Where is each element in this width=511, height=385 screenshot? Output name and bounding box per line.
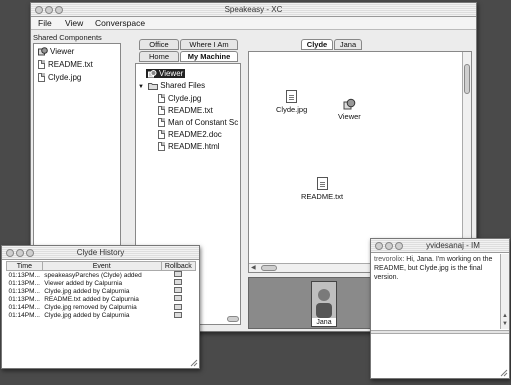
document-icon (286, 90, 298, 103)
menu-bar: File View Converspace (31, 17, 476, 30)
tree-item-viewer[interactable]: Viewer (146, 69, 186, 78)
scroll-left-icon[interactable]: ◀ (251, 264, 256, 272)
history-table: Time Event Rollback 01:13PM... speakeasyP… (6, 261, 197, 320)
history-window-title: Clyde History (76, 248, 125, 257)
zoom-window-button[interactable] (26, 249, 34, 257)
shared-components-list: Viewer README.txt Clyde.jpg (33, 43, 121, 248)
im-window: yvidesanaj - IM trevorolix: Hi, Jana. I'… (370, 238, 510, 379)
im-window-title: yvidesanaj - IM (426, 241, 480, 250)
main-title-bar[interactable]: Speakeasy - XC (31, 3, 476, 17)
tree-file[interactable]: Clyde.jpg (158, 94, 201, 104)
viewer-icon (343, 98, 356, 110)
table-row[interactable]: 01:13PM... speakeasyParches (Clyde) added (7, 271, 196, 280)
tab-clyde[interactable]: Clyde (301, 39, 333, 50)
scroll-thumb[interactable] (261, 265, 277, 271)
column-header-time[interactable]: Time (6, 261, 43, 271)
tree-file[interactable]: README.txt (158, 106, 213, 116)
document-icon (158, 94, 165, 104)
document-icon (158, 142, 165, 152)
shared-item-viewer[interactable]: Viewer (38, 47, 74, 56)
person-photo (312, 282, 336, 318)
workspace-item-clyde[interactable]: Clyde.jpg (276, 90, 307, 114)
document-icon (38, 73, 45, 83)
document-icon (38, 60, 45, 70)
rollback-button[interactable] (174, 279, 183, 286)
zoom-window-button[interactable] (395, 242, 403, 250)
scroll-thumb[interactable] (464, 64, 470, 94)
rollback-button[interactable] (174, 295, 183, 302)
tree-scroll-thumb[interactable] (227, 316, 239, 322)
table-row[interactable]: 01:13PM... Clyde.jpg added by Calpurnia (7, 287, 196, 295)
tab-home[interactable]: Home (139, 51, 179, 62)
im-transcript-scrollbar[interactable]: ▲ ▼ (500, 254, 509, 329)
scroll-up-icon[interactable]: ▲ (502, 312, 508, 320)
table-row[interactable]: 01:13PM... Viewer added by Calpurnia (7, 279, 196, 287)
workspace-item-viewer[interactable]: Viewer (338, 98, 361, 121)
tab-my-machine[interactable]: My Machine (180, 51, 238, 62)
participant-name: Jana (316, 319, 332, 326)
main-window-title: Speakeasy - XC (224, 5, 283, 14)
participant-card-jana[interactable]: Jana (311, 281, 337, 327)
rollback-button[interactable] (174, 311, 183, 318)
minimize-window-button[interactable] (16, 249, 24, 257)
zoom-window-button[interactable] (55, 6, 63, 14)
close-window-button[interactable] (35, 6, 43, 14)
rollback-button[interactable] (174, 271, 183, 277)
menu-converspace[interactable]: Converspace (95, 18, 145, 28)
table-row[interactable]: 01:13PM... README.txt added by Calpurnia (7, 295, 196, 303)
table-row[interactable]: 01:14PM... Clyde.jpg removed by Calpurnia (7, 303, 196, 312)
scroll-down-icon[interactable]: ▼ (502, 320, 508, 328)
menu-file[interactable]: File (38, 18, 52, 28)
rollback-button[interactable] (174, 287, 183, 294)
column-header-rollback[interactable]: Rollback (160, 261, 197, 271)
document-icon (158, 118, 165, 128)
shared-item-clyde[interactable]: Clyde.jpg (38, 73, 81, 83)
im-sender: trevorolix: (374, 256, 405, 263)
menu-view[interactable]: View (65, 18, 83, 28)
column-header-event[interactable]: Event (41, 261, 162, 271)
tab-jana[interactable]: Jana (334, 39, 362, 50)
shared-item-readme[interactable]: README.txt (38, 60, 93, 70)
workspace-item-readme[interactable]: README.txt (301, 177, 343, 201)
tree-folder-shared-files[interactable]: ▼ Shared Files (138, 81, 205, 90)
disclosure-triangle-icon[interactable]: ▼ (138, 84, 144, 90)
document-icon (158, 130, 165, 140)
tree-file[interactable]: README.html (158, 142, 220, 152)
history-window: Clyde History Time Event Rollback 01:13P… (1, 245, 200, 369)
close-window-button[interactable] (375, 242, 383, 250)
im-transcript: trevorolix: Hi, Jana. I'm working on the… (374, 255, 500, 282)
viewer-icon (148, 69, 157, 78)
close-window-button[interactable] (6, 249, 14, 257)
folder-icon (148, 82, 159, 90)
im-compose-field[interactable] (371, 334, 509, 378)
history-title-bar[interactable]: Clyde History (2, 246, 199, 260)
tab-office[interactable]: Office (139, 39, 179, 50)
shared-components-label: Shared Components (33, 33, 102, 42)
document-icon (316, 177, 328, 190)
minimize-window-button[interactable] (385, 242, 393, 250)
resize-grip-icon[interactable] (190, 359, 198, 367)
rollback-button[interactable] (174, 303, 183, 310)
viewer-icon (38, 47, 48, 56)
tree-file[interactable]: Man of Constant Sc (158, 118, 240, 128)
resize-grip-icon[interactable] (500, 369, 508, 377)
table-row[interactable]: 01:14PM... Clyde.jpg added by Calpurnia (7, 311, 196, 320)
workspace-vertical-scrollbar[interactable] (462, 52, 471, 263)
tab-where-i-am[interactable]: Where I Am (180, 39, 238, 50)
minimize-window-button[interactable] (45, 6, 53, 14)
document-icon (158, 106, 165, 116)
im-title-bar[interactable]: yvidesanaj - IM (371, 239, 509, 253)
tree-file[interactable]: README2.doc (158, 130, 222, 140)
